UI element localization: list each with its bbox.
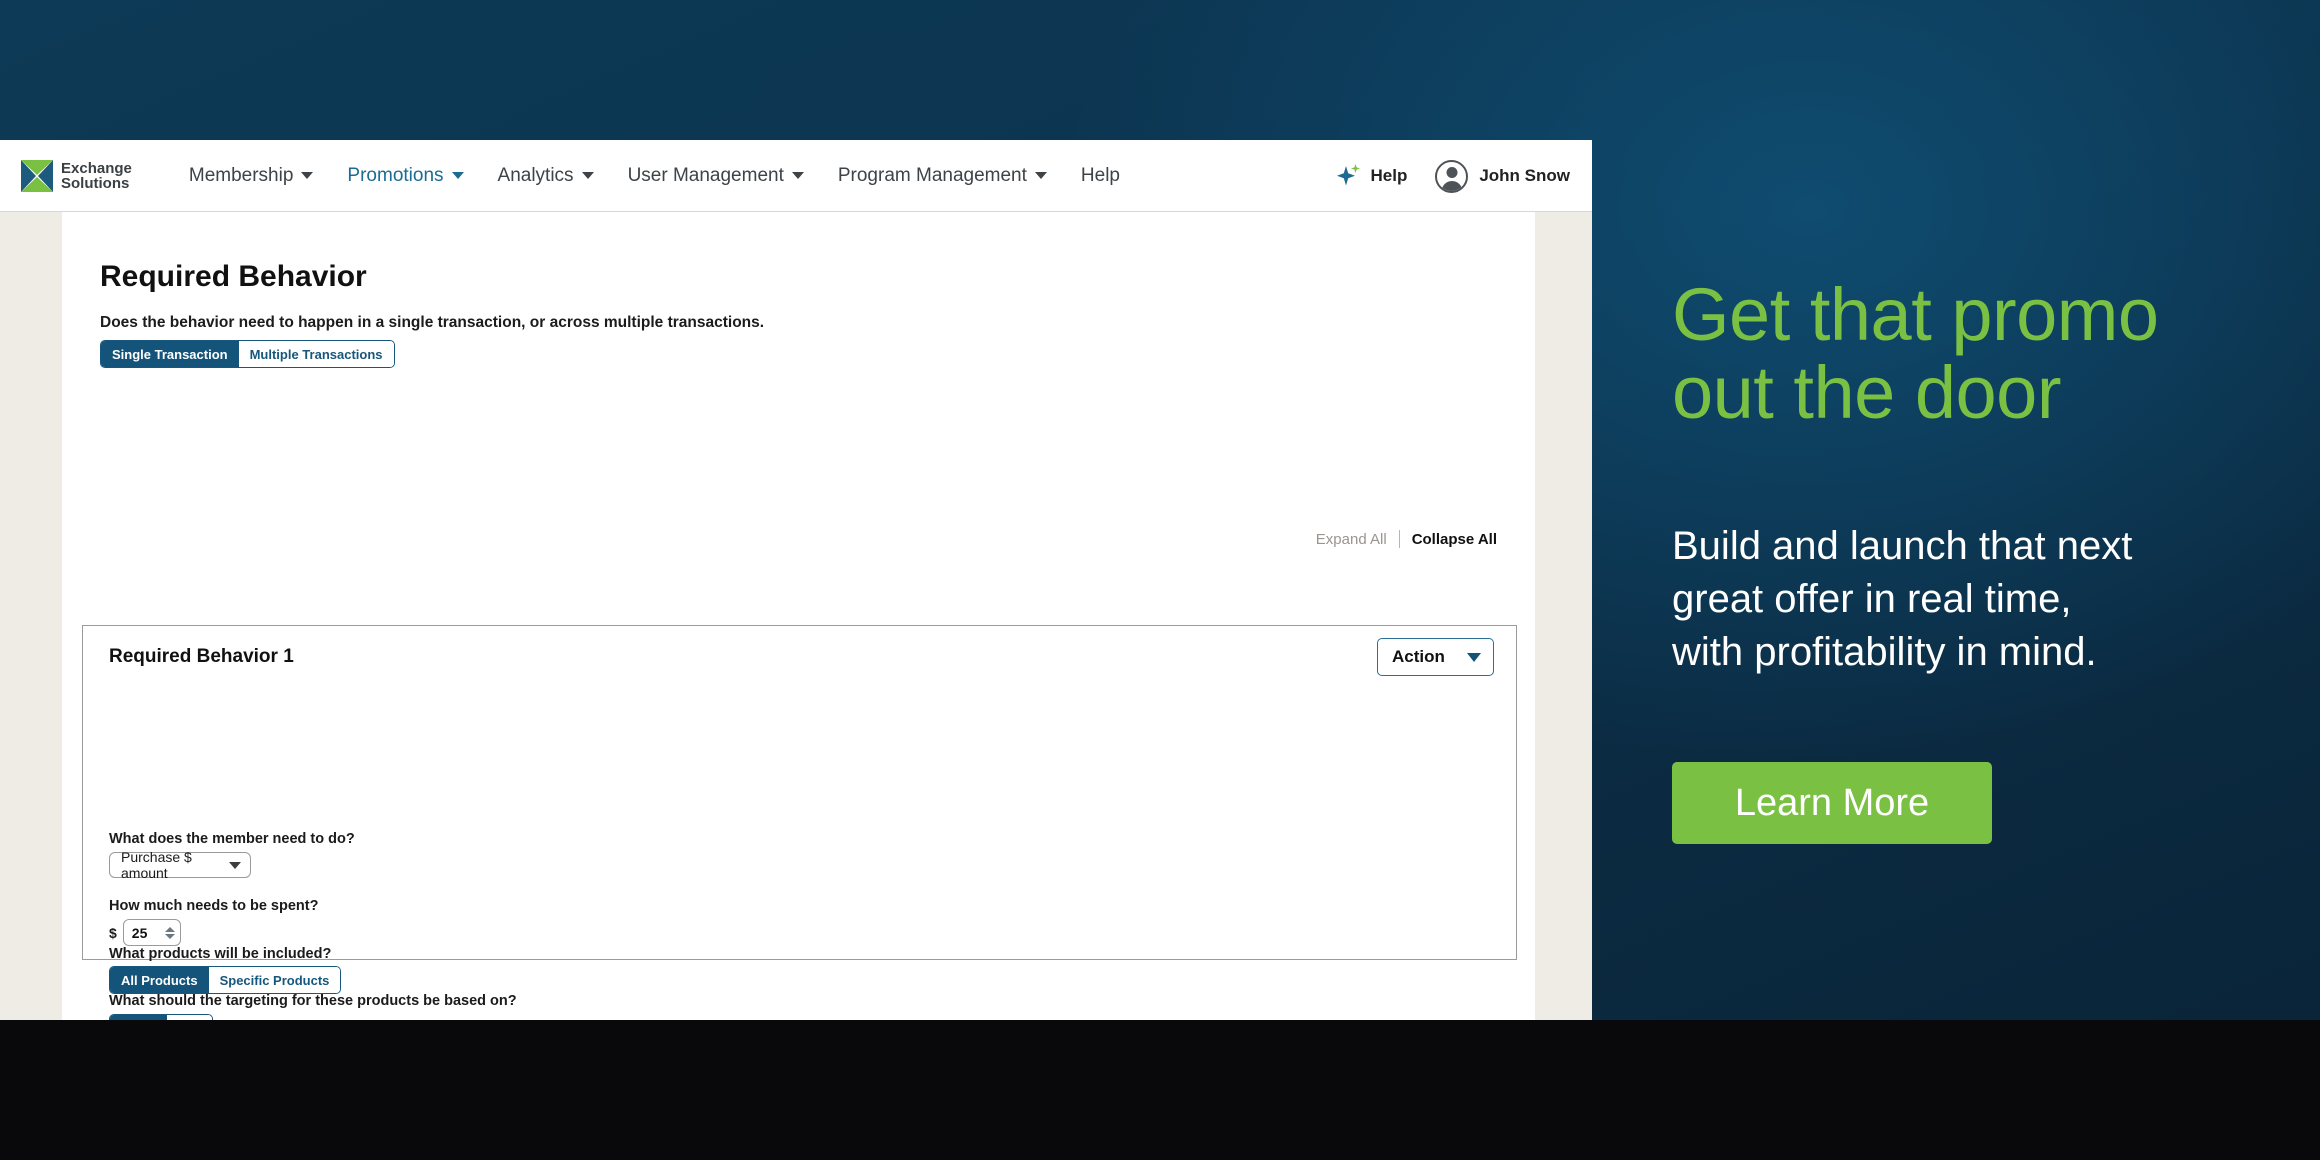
nav-item-help-label: Help <box>1080 164 1120 186</box>
divider <box>1398 530 1400 548</box>
promo-headline: Get that promo out the door <box>1672 273 2312 435</box>
label-how-much-spent: How much needs to be spent? <box>109 898 319 914</box>
nav-item-analytics[interactable]: Analytics <box>481 140 611 212</box>
nav-right-group: Help John Snow <box>1334 140 1570 212</box>
toggle-option-logic[interactable]: Logic <box>110 1015 167 1020</box>
action-dropdown-button[interactable]: Action <box>1377 638 1494 676</box>
chevron-down-icon <box>791 172 804 179</box>
nav-item-analytics-label: Analytics <box>497 164 574 186</box>
brand-logo-line1: Exchange <box>61 159 132 177</box>
user-avatar-icon <box>1435 159 1469 193</box>
brand-logo[interactable]: Exchange Solutions <box>20 158 132 193</box>
learn-more-button[interactable]: Learn More <box>1672 762 1992 844</box>
nav-item-promotions-label: Promotions <box>347 164 444 186</box>
label-products-included: What products will be included? <box>109 946 332 962</box>
ai-sparkle-icon <box>1337 164 1361 186</box>
promo-subtext-line3: with profitability in mind. <box>1672 630 2097 675</box>
spend-amount-input[interactable]: 25 <box>122 919 181 946</box>
application-window: Exchange Solutions Membership Promotions… <box>0 140 1592 1020</box>
bottom-fill <box>0 1020 2320 1160</box>
required-behavior-card: Required Behavior 1 Action What does the… <box>82 625 1517 1020</box>
chevron-down-icon <box>301 172 314 179</box>
promo-subtext-line2: great offer in real time, <box>1672 577 2072 622</box>
user-menu[interactable]: John Snow <box>1435 159 1570 193</box>
promo-subtext-line1: Build and launch that next <box>1672 524 2133 568</box>
ai-help-label: Help <box>1370 166 1408 185</box>
nav-item-program-management[interactable]: Program Management <box>821 140 1064 212</box>
spend-amount-group: $ 25 <box>109 919 181 946</box>
collapse-all-link[interactable]: Collapse All <box>1412 531 1497 548</box>
chevron-down-icon <box>1467 652 1481 662</box>
products-scope-toggle[interactable]: All Products Specific Products <box>109 966 342 994</box>
user-name-label: John Snow <box>1479 166 1570 185</box>
chevron-down-icon <box>581 172 594 179</box>
number-stepper-icon[interactable] <box>164 926 175 939</box>
label-what-member-needs-to-do: What does the member need to do? <box>109 831 355 847</box>
member-action-select-value: Purchase $ amount <box>121 849 192 881</box>
stepper-up-icon[interactable] <box>164 926 175 932</box>
action-dropdown-label: Action <box>1392 647 1445 666</box>
label-targeting-basis: What should the targeting for these prod… <box>109 993 517 1009</box>
transaction-scope-toggle[interactable]: Single Transaction Multiple Transactions <box>100 340 395 368</box>
toggle-option-specific-products[interactable]: Specific Products <box>208 967 341 993</box>
page-body: Required Behavior Does the behavior need… <box>0 212 1592 1020</box>
expand-all-link[interactable]: Expand All <box>1316 531 1387 548</box>
content-sheet: Required Behavior Does the behavior need… <box>62 212 1535 1020</box>
promo-panel: Get that promo out the door Build and la… <box>1592 0 2320 1020</box>
top-navigation-bar: Exchange Solutions Membership Promotions… <box>0 140 1592 212</box>
page-title: Required Behavior <box>100 260 367 293</box>
nav-item-program-management-label: Program Management <box>837 164 1027 186</box>
toggle-option-single-transaction[interactable]: Single Transaction <box>101 341 239 367</box>
exchange-solutions-logo-icon <box>20 158 54 193</box>
ai-help-button[interactable]: Help <box>1334 162 1407 190</box>
toggle-option-list[interactable]: List <box>166 1015 212 1020</box>
member-action-select[interactable]: Purchase $ amount <box>109 849 251 881</box>
promo-headline-line1: Get that promo <box>1672 273 2159 356</box>
expand-collapse-controls: Expand All Collapse All <box>1316 530 1497 548</box>
chevron-down-icon <box>229 861 241 869</box>
spend-amount-value: 25 <box>131 924 148 941</box>
brand-logo-line2: Solutions <box>61 174 130 192</box>
behavior-card-title: Required Behavior 1 <box>109 646 294 667</box>
chevron-down-icon <box>1034 172 1047 179</box>
nav-item-membership-label: Membership <box>188 164 294 186</box>
currency-symbol: $ <box>109 924 117 941</box>
nav-item-help[interactable]: Help <box>1064 140 1137 212</box>
promo-subtext: Build and launch that next great offer i… <box>1672 520 2252 680</box>
nav-item-promotions[interactable]: Promotions <box>330 140 480 212</box>
nav-item-membership[interactable]: Membership <box>172 140 331 212</box>
toggle-option-multiple-transactions[interactable]: Multiple Transactions <box>238 341 394 367</box>
targeting-basis-toggle[interactable]: Logic List <box>109 1014 213 1020</box>
promo-headline-line2: out the door <box>1672 351 2061 435</box>
stepper-down-icon[interactable] <box>164 933 175 939</box>
chevron-down-icon <box>451 172 464 179</box>
page-subtitle: Does the behavior need to happen in a si… <box>100 314 765 331</box>
nav-item-user-management-label: User Management <box>627 164 784 186</box>
toggle-option-all-products[interactable]: All Products <box>110 967 209 993</box>
nav-item-user-management[interactable]: User Management <box>611 140 821 212</box>
brand-logo-text: Exchange Solutions <box>61 161 132 191</box>
